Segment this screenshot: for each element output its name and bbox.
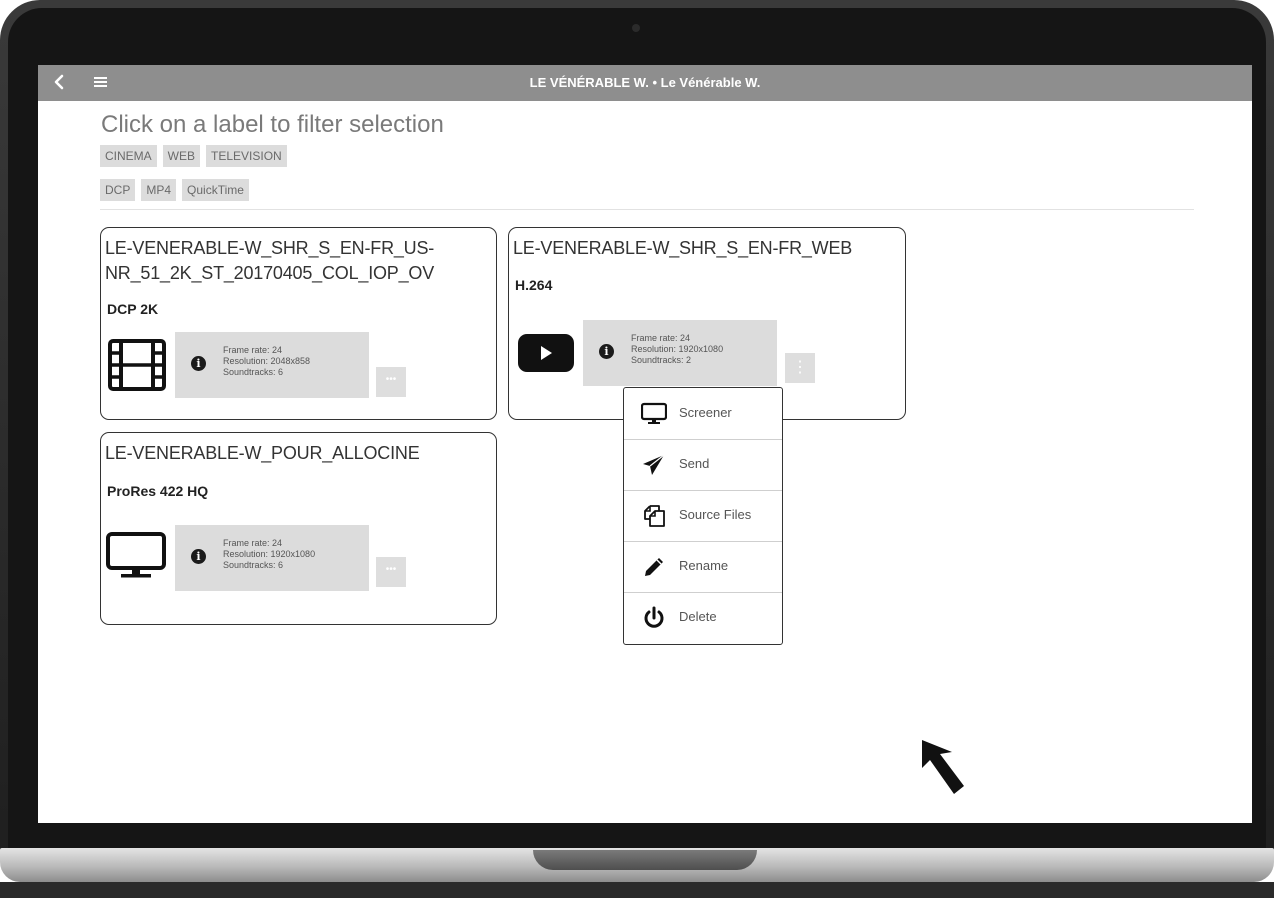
tag-quicktime[interactable]: QuickTime xyxy=(182,179,249,201)
info-panel: i Frame rate: 24 Resolution: 1920x1080 S… xyxy=(175,525,369,591)
menu-item-rename[interactable]: Rename xyxy=(624,541,782,593)
copy-files-icon xyxy=(644,505,665,527)
film-strip-icon xyxy=(108,339,166,391)
info-panel: i Frame rate: 24 Resolution: 2048x858 So… xyxy=(175,332,369,398)
monitor-icon xyxy=(106,532,166,578)
more-options-button[interactable]: ••• xyxy=(376,557,406,587)
resolution: Resolution: 2048x858 xyxy=(223,356,311,366)
info-icon: i xyxy=(599,344,614,359)
context-menu: Screener Send Source Files Rename Delete xyxy=(623,387,783,645)
info-icon: i xyxy=(191,549,206,564)
info-panel: i Frame rate: 24 Resolution: 1920x1080 S… xyxy=(583,320,777,386)
menu-item-label: Rename xyxy=(679,558,729,573)
tag-web[interactable]: WEB xyxy=(162,145,201,167)
back-button[interactable] xyxy=(52,70,72,94)
frame-rate: Frame rate: 24 xyxy=(631,333,691,343)
menu-item-screener[interactable]: Screener xyxy=(624,388,782,440)
power-icon xyxy=(644,606,664,628)
soundtracks: Soundtracks: 6 xyxy=(223,560,284,570)
media-card-dcp[interactable]: LE-VENERABLE-W_SHR_S_EN-FR_US- NR_51_2K_… xyxy=(100,227,497,420)
menu-item-label: Source Files xyxy=(679,507,752,522)
card-format: H.264 xyxy=(515,277,553,293)
card-title-line-2: NR_51_2K_ST_20170405_COL_IOP_OV xyxy=(105,263,435,283)
tag-mp4[interactable]: MP4 xyxy=(141,179,177,201)
card-title: LE-VENERABLE-W_SHR_S_EN-FR_US- NR_51_2K_… xyxy=(105,236,434,286)
more-options-button[interactable]: ••• xyxy=(376,367,406,397)
paper-plane-icon xyxy=(643,454,665,475)
menu-item-send[interactable]: Send xyxy=(624,439,782,491)
card-title-line-1: LE-VENERABLE-W_SHR_S_EN-FR_US- xyxy=(105,238,435,258)
info-text: Frame rate: 24 Resolution: 1920x1080 Sou… xyxy=(631,333,723,366)
info-text: Frame rate: 24 Resolution: 2048x858 Soun… xyxy=(223,345,310,378)
play-video-icon xyxy=(518,334,574,372)
divider xyxy=(100,209,1194,210)
page-title: LE VÉNÉRABLE W. • Le Vénérable W. xyxy=(529,75,761,90)
card-title-line-1: LE-VENERABLE-W_SHR_S_EN-FR_WEB xyxy=(513,238,853,258)
chevron-left-icon xyxy=(54,74,64,90)
info-icon: i xyxy=(191,356,206,371)
menu-item-source-files[interactable]: Source Files xyxy=(624,490,782,542)
laptop-shadow xyxy=(0,882,1274,898)
menu-item-label: Send xyxy=(679,456,710,471)
card-format: DCP 2K xyxy=(107,301,159,317)
distribution-tags: CINEMA WEB TELEVISION xyxy=(100,145,287,167)
resolution: Resolution: 1920x1080 xyxy=(223,549,316,559)
info-text: Frame rate: 24 Resolution: 1920x1080 Sou… xyxy=(223,538,315,571)
filter-instruction: Click on a label to filter selection xyxy=(101,111,444,138)
tag-dcp[interactable]: DCP xyxy=(100,179,136,201)
card-title-line-1: LE-VENERABLE-W_POUR_ALLOCINE xyxy=(105,443,420,463)
webcam xyxy=(632,24,640,32)
resolution: Resolution: 1920x1080 xyxy=(631,344,724,354)
soundtracks: Soundtracks: 2 xyxy=(631,355,692,365)
mouse-cursor-icon xyxy=(922,740,964,794)
more-options-button[interactable]: ⋮ xyxy=(785,353,815,383)
card-format: ProRes 422 HQ xyxy=(107,483,209,499)
media-card-allocine[interactable]: LE-VENERABLE-W_POUR_ALLOCINE ProRes 422 … xyxy=(100,432,497,625)
pencil-icon xyxy=(645,558,663,576)
app-screen: LE VÉNÉRABLE W. • Le Vénérable W. Click … xyxy=(38,65,1252,823)
card-title: LE-VENERABLE-W_SHR_S_EN-FR_WEB xyxy=(513,236,852,261)
hamburger-menu-icon[interactable] xyxy=(92,72,112,92)
soundtracks: Soundtracks: 6 xyxy=(223,367,284,377)
top-bar: LE VÉNÉRABLE W. • Le Vénérable W. xyxy=(38,65,1252,101)
tag-television[interactable]: TELEVISION xyxy=(206,145,287,167)
frame-rate: Frame rate: 24 xyxy=(223,538,283,548)
laptop-notch xyxy=(533,850,757,870)
tag-cinema[interactable]: CINEMA xyxy=(100,145,157,167)
monitor-icon xyxy=(641,402,667,424)
menu-item-label: Delete xyxy=(679,609,717,624)
card-title: LE-VENERABLE-W_POUR_ALLOCINE xyxy=(105,441,420,466)
menu-item-delete[interactable]: Delete xyxy=(624,592,782,643)
menu-item-label: Screener xyxy=(679,405,732,420)
frame-rate: Frame rate: 24 xyxy=(223,345,283,355)
format-tags: DCP MP4 QuickTime xyxy=(100,179,249,201)
